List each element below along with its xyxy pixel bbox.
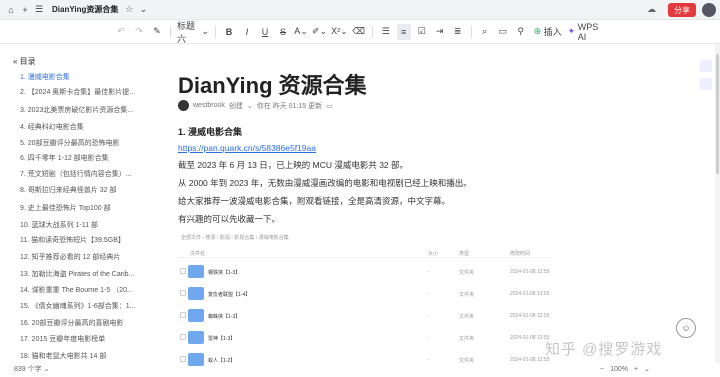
italic-icon[interactable]: I <box>240 24 254 40</box>
toc-item[interactable]: 13. 加勒比海盗 Pirates of the Carib... <box>20 268 144 282</box>
file-list-header: 文件名 大小 类型 修改时间 <box>178 248 553 258</box>
column-header: 类型 <box>459 251 470 257</box>
editor-toolbar: ↶ ↷ ✎ 标题六 ⌄ B I U S A⌄ ✐⌄ X²⌄ ⌫ ☰ ≡ ☑ ⇥ ≣… <box>0 20 720 44</box>
redo-icon[interactable]: ↷ <box>132 24 146 40</box>
side-tools <box>700 60 712 96</box>
section-heading[interactable]: 1. 漫威电影合集 <box>178 125 242 138</box>
insert-button[interactable]: ⊕ 插入 <box>532 24 564 40</box>
toc-item[interactable]: 17. 2015 豆瓣年度电影榜单 <box>20 333 144 347</box>
toc-item[interactable]: 14. 谍影重重 The Bourne 1-5 （20... <box>20 284 144 298</box>
undo-icon[interactable]: ↶ <box>114 24 128 40</box>
text-color-icon[interactable]: A⌄ <box>294 24 308 40</box>
superscript-icon[interactable]: X²⌄ <box>331 24 348 40</box>
chevron-down-icon[interactable]: ⌄ <box>644 365 650 373</box>
toc-item[interactable]: 11. 猫和读奇恐怖短片【39.5GB】 <box>20 234 144 248</box>
paragraph: 给大家推荐一波漫威电影合集，附观看链接，全是高清资源，中文字幕。 <box>178 196 451 206</box>
numbered-list-icon[interactable]: ≡ <box>396 23 411 40</box>
outline-icon[interactable] <box>700 60 712 72</box>
link-icon[interactable]: ⚲ <box>514 24 528 40</box>
avatar[interactable] <box>702 3 716 17</box>
doc-meta: westbrook 创建 ⌄ 你在 昨天 01:15 更新 ▭ <box>178 100 333 111</box>
folder-icon <box>188 265 204 278</box>
table-row: 复仇者联盟【1-4】 - 文件夹 2024-01-08 12:55 <box>178 283 553 305</box>
toc-item[interactable]: 7. 荒文短剧（包括行情内容合集）... <box>20 168 144 182</box>
search-icon[interactable]: ⌕ <box>478 24 492 40</box>
column-header: 文件名 <box>190 251 206 257</box>
toc-sidebar: « 目录 1. 漫威电影合集 2. 【2024 奥斯卡合集】最佳影片提... 3… <box>0 44 150 377</box>
toc-header[interactable]: « 目录 <box>13 56 36 67</box>
file-list-screenshot: 全部文件 › 搜源 › 影视 › 影视合集 › 漫威电影合集 文件名 大小 类型… <box>178 232 553 367</box>
created-label: 创建 <box>228 102 243 110</box>
underline-icon[interactable]: U <box>258 24 272 40</box>
avatar <box>178 100 189 111</box>
paragraph: 截至 2023 年 6 月 13 日，已上映的 MCU 漫威电影共 32 部。 <box>178 160 409 170</box>
toc-item[interactable]: 15. 《倩女幽魂系列》1-6部合集：1... <box>20 300 144 314</box>
toc-item[interactable]: 16. 20部豆瓣评分最高的喜剧电影 <box>20 317 144 331</box>
toc-item[interactable]: 4. 经典科幻电影合集 <box>20 121 144 135</box>
bold-icon[interactable]: B <box>222 24 236 40</box>
zoom-level[interactable]: 100% <box>610 366 628 373</box>
word-count[interactable]: 839 个字 ⌄ <box>14 364 49 374</box>
column-header: 修改时间 <box>510 251 531 257</box>
toc-item[interactable]: 1. 漫威电影合集 <box>20 71 144 85</box>
watermark-logo-icon: ☺ <box>676 318 696 338</box>
watermark: 知乎 @搜罗游戏 <box>545 341 663 358</box>
comment-icon[interactable]: ▭ <box>496 24 510 40</box>
align-icon[interactable]: ≣ <box>451 24 465 40</box>
indent-icon[interactable]: ⇥ <box>433 24 447 40</box>
heading-select[interactable]: 标题六 ⌄ <box>177 21 209 44</box>
add-icon[interactable]: + <box>18 3 32 17</box>
share-button[interactable]: 分享 <box>668 3 696 17</box>
toc-item[interactable]: 9. 史上最佳恐怖片 Top100 部 <box>20 202 144 216</box>
edited-time: 你在 昨天 01:15 更新 <box>256 102 323 110</box>
table-row: 蜘蛛侠【1-3】 - 文件夹 2024-01-08 12:55 <box>178 305 553 327</box>
resource-link[interactable]: https://pan.quark.cn/s/58386e5f19aa <box>178 143 316 153</box>
paragraph: 有兴趣的可以先收藏一下。 <box>178 214 281 224</box>
table-row: 钢铁侠【1-3】 - 文件夹 2024-01-08 12:55 <box>178 261 553 283</box>
star-icon[interactable]: ☆ <box>122 3 136 17</box>
folder-icon <box>188 287 204 300</box>
comment-count-icon[interactable]: ▭ <box>326 102 333 110</box>
toc-item[interactable]: 8. 哥斯拉归来经典怪兽片 32 部 <box>20 184 144 198</box>
checklist-icon[interactable]: ☑ <box>415 24 429 40</box>
share-icon[interactable] <box>700 78 712 90</box>
strikethrough-icon[interactable]: S <box>276 24 290 40</box>
toc-item[interactable]: 12. 知乎推荐必看的 12 部经典片 <box>20 251 144 265</box>
folder-icon <box>188 331 204 344</box>
column-header: 大小 <box>428 251 439 257</box>
paragraph: 从 2000 年到 2023 年，无数由漫威漫画改编的电影和电视剧已经上映和播出… <box>178 178 472 188</box>
zoom-control: − 100% + ⌄ <box>600 365 650 374</box>
breadcrumb: 全部文件 › 搜源 › 影视 › 影视合集 › 漫威电影合集 <box>181 235 289 241</box>
document-title: DianYing资源合集 <box>52 5 119 14</box>
toc-item[interactable]: 5. 20部豆瓣评分最高的恐怖电影 <box>20 137 144 151</box>
author-name[interactable]: westbrook <box>193 102 225 109</box>
highlight-icon[interactable]: ✐⌄ <box>312 24 327 40</box>
clear-format-icon[interactable]: ⌫ <box>352 24 366 40</box>
cloud-icon[interactable]: ☁ <box>647 4 656 15</box>
toc-item[interactable]: 2. 【2024 奥斯卡合集】最佳影片提... <box>20 86 144 100</box>
page-title[interactable]: DianYing 资源合集 <box>178 68 367 100</box>
bullet-list-icon[interactable]: ☰ <box>379 24 393 40</box>
table-row: 雷神【1-3】 - 文件夹 2024-01-08 12:55 <box>178 327 553 349</box>
share-label: 分享 <box>674 5 690 15</box>
chevron-down-icon[interactable]: ⌄ <box>247 102 253 110</box>
toc-item[interactable]: 3. 2023北美票房破亿影片资源合集... <box>20 104 144 118</box>
toc-item[interactable]: 6. 四千零年 1-12 部电影合集 <box>20 152 144 166</box>
toc-item[interactable]: 10. 蓝球大战系列 1-11 部 <box>20 219 144 233</box>
chevron-down-icon[interactable]: ⌄ <box>136 3 150 17</box>
scrollbar[interactable] <box>715 44 720 363</box>
wps-ai-button[interactable]: ✦ WPS AI <box>568 22 608 42</box>
title-bar: ⌂ + ☰ DianYing资源合集 ☆ ⌄ ☁ 分享 <box>0 0 720 20</box>
format-painter-icon[interactable]: ✎ <box>150 24 164 40</box>
status-bar: 839 个字 ⌄ − 100% + ⌄ <box>0 363 720 377</box>
zoom-out-icon[interactable]: − <box>600 366 604 373</box>
menu-icon[interactable]: ☰ <box>32 3 46 17</box>
toc-item[interactable]: 18. 猫和老鼠大电影共 14 部 <box>20 350 144 364</box>
zoom-in-icon[interactable]: + <box>634 366 638 373</box>
folder-icon <box>188 309 204 322</box>
home-icon[interactable]: ⌂ <box>4 3 18 17</box>
